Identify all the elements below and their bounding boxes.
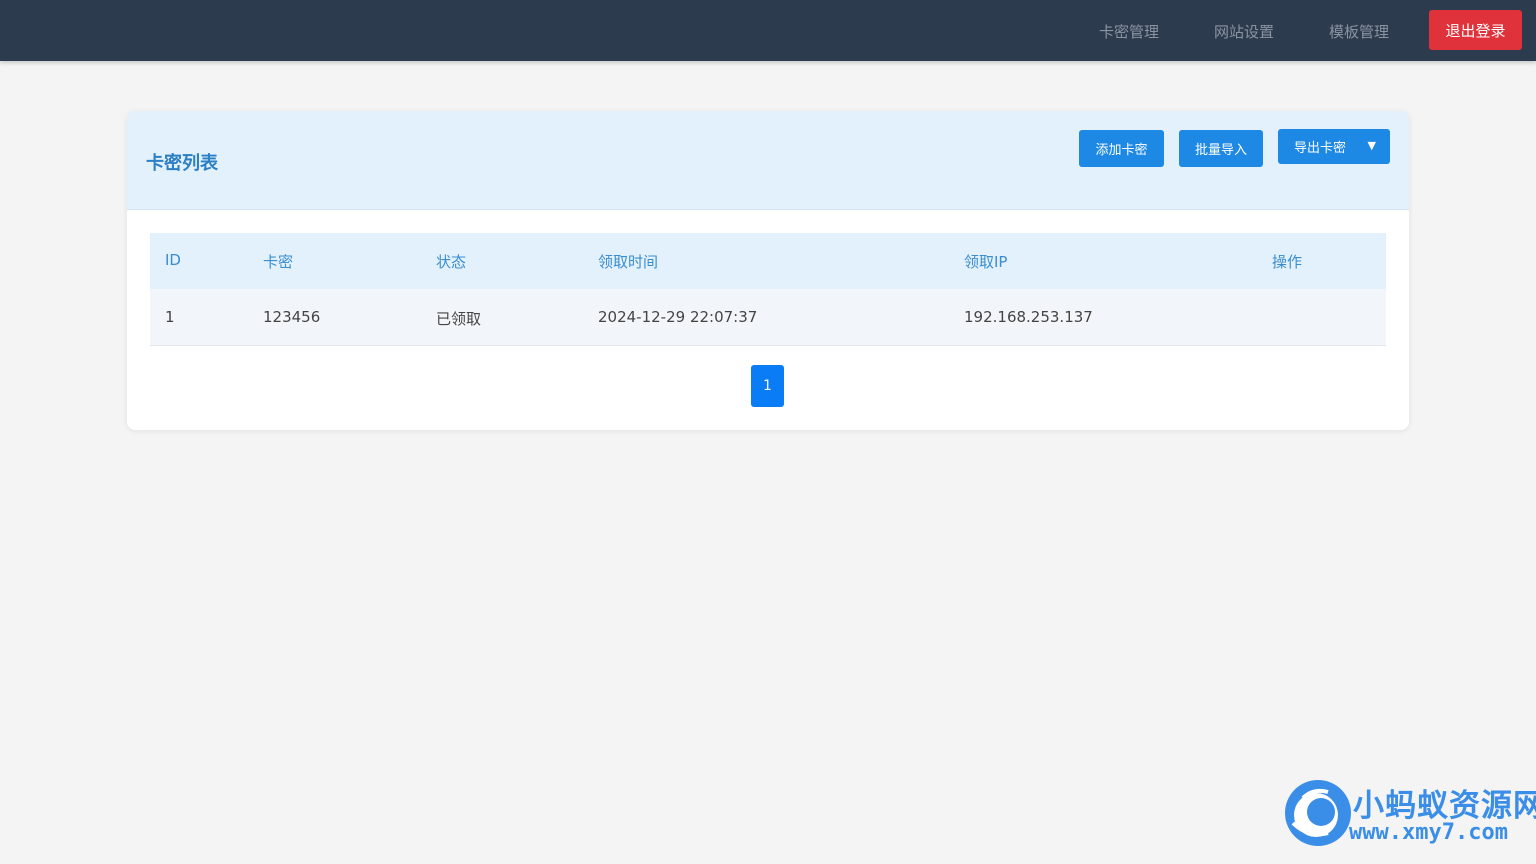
- pagination-page-button[interactable]: 1: [751, 365, 784, 407]
- watermark-name: 小蚂蚁资源网: [1353, 788, 1536, 824]
- export-label: 导出卡密: [1294, 141, 1347, 156]
- cell-ip: 192.168.253.137: [964, 308, 1093, 326]
- header-time: 领取时间: [598, 253, 659, 271]
- cell-time: 2024-12-29 22:07:37: [598, 308, 758, 326]
- card-table: ID 卡密 状态 领取时间 领取IP 操作 1 123456 已领取 2024-…: [150, 233, 1386, 346]
- header-id: ID: [165, 251, 181, 269]
- nav-card-management[interactable]: 卡密管理: [1099, 21, 1159, 42]
- add-card-button[interactable]: 添加卡密: [1079, 130, 1164, 167]
- logout-button[interactable]: 退出登录: [1429, 10, 1522, 50]
- header-card: 卡密: [263, 253, 294, 271]
- card-list-panel: 卡密列表 添加卡密 批量导入 导出卡密 ▼ ID 卡密 状态 领取时间 领取IP…: [127, 111, 1409, 430]
- export-card-dropdown[interactable]: 导出卡密 ▼: [1278, 129, 1390, 164]
- top-navbar: 卡密管理 网站设置 模板管理 退出登录: [0, 0, 1536, 61]
- watermark-url: www.xmy7.com: [1349, 820, 1508, 845]
- caret-down-icon: ▼: [1367, 139, 1376, 152]
- batch-import-button[interactable]: 批量导入: [1179, 130, 1263, 167]
- page-title: 卡密列表: [146, 153, 218, 174]
- header-ip: 领取IP: [964, 253, 1008, 271]
- cell-id: 1: [165, 308, 175, 326]
- nav-template-management[interactable]: 模板管理: [1329, 21, 1389, 42]
- ant-logo-icon: [1285, 780, 1351, 846]
- nav-site-settings[interactable]: 网站设置: [1214, 21, 1274, 42]
- table-header: ID 卡密 状态 领取时间 领取IP 操作: [150, 233, 1386, 289]
- header-status: 状态: [436, 253, 467, 271]
- cell-card: 123456: [263, 308, 321, 326]
- cell-status: 已领取: [436, 310, 482, 328]
- table-row: 1 123456 已领取 2024-12-29 22:07:37 192.168…: [150, 289, 1386, 346]
- card-header: 卡密列表 添加卡密 批量导入 导出卡密 ▼: [127, 111, 1409, 210]
- watermark: 小蚂蚁资源网 www.xmy7.com: [1283, 778, 1536, 848]
- header-actions: 操作: [1272, 253, 1303, 271]
